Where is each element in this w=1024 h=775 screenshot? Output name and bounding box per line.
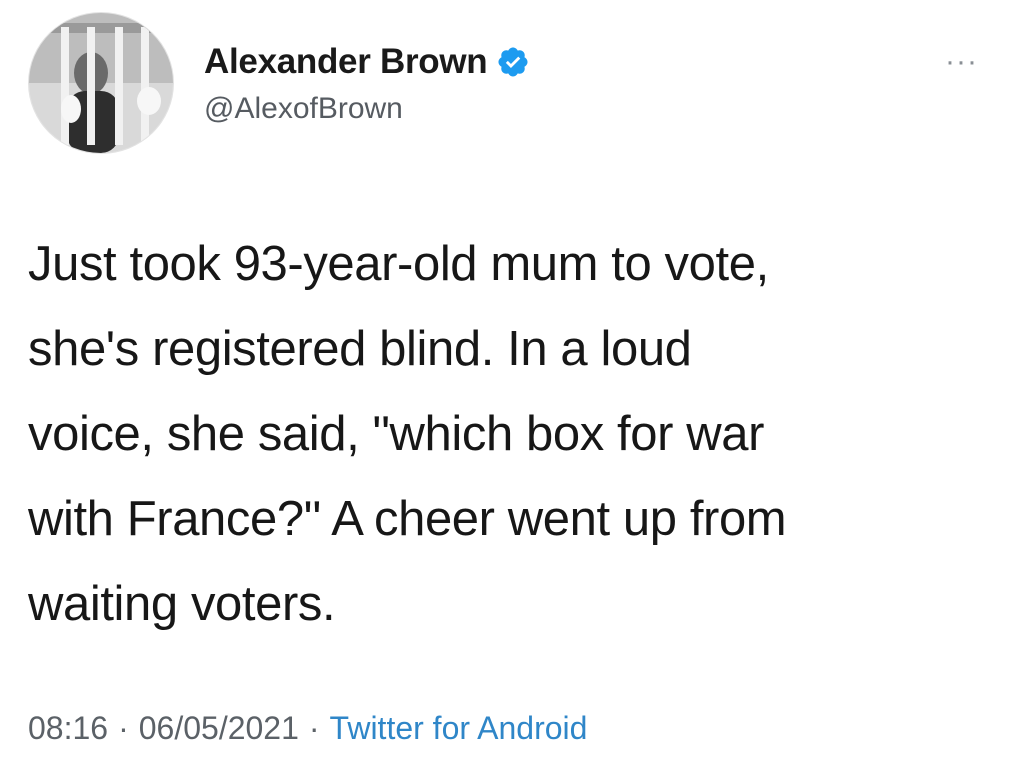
tweet-text: Just took 93-year-old mum to vote, she's…: [28, 237, 787, 631]
more-horizontal-icon[interactable]: ···: [945, 47, 978, 77]
name-row: Alexander Brown: [204, 42, 530, 82]
tweet-time[interactable]: 08:16: [28, 710, 108, 747]
avatar[interactable]: [28, 12, 174, 154]
tweet-date[interactable]: 06/05/2021: [139, 710, 299, 747]
author-block: Alexander Brown @AlexofBrown: [204, 42, 530, 126]
tweet-meta: 08:16 · 06/05/2021 · Twitter for Android: [28, 710, 587, 747]
tweet-card: Alexander Brown @AlexofBrown ··· Just to…: [0, 0, 1024, 775]
user-handle[interactable]: @AlexofBrown: [204, 92, 530, 126]
meta-separator: ·: [118, 710, 129, 746]
verified-badge-icon: [498, 47, 528, 77]
tweet-header: Alexander Brown @AlexofBrown ···: [28, 12, 996, 154]
display-name[interactable]: Alexander Brown: [204, 42, 488, 82]
avatar-photo-icon: [29, 13, 173, 153]
meta-separator: ·: [308, 710, 320, 746]
tweet-source-link[interactable]: Twitter for Android: [330, 710, 588, 747]
